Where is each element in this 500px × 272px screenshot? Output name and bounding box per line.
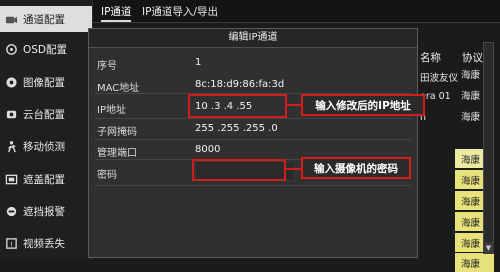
sidebar-item-ptz-config[interactable]: 云台配置 bbox=[0, 101, 92, 127]
management-port-field[interactable]: 8000 bbox=[195, 144, 220, 155]
osd-icon bbox=[4, 42, 18, 56]
sidebar-item-image-config[interactable]: 图像配置 bbox=[0, 69, 92, 95]
tab-ip-channel[interactable]: IP通道 bbox=[101, 4, 131, 19]
edit-ip-channel-dialog: 编辑IP通道 序号 1 MAC地址 8c:18:d9:86:fa:3d IP地址… bbox=[88, 28, 418, 258]
list-item-name: 田波友仪 bbox=[420, 73, 459, 84]
ip-highlight-box bbox=[188, 94, 287, 118]
sidebar-item-label: 移动侦测 bbox=[23, 140, 65, 153]
sidebar-item-label: 图像配置 bbox=[23, 76, 65, 89]
sidebar-item-osd-config[interactable]: OSD配置 bbox=[0, 36, 92, 62]
sidebar-item-tamper-alarm[interactable]: 遮挡报警 bbox=[0, 198, 92, 224]
ip-address-label: IP地址 bbox=[97, 105, 126, 116]
sidebar-item-channel-config[interactable]: 通道配置 bbox=[0, 6, 92, 32]
divider bbox=[95, 139, 411, 140]
sidebar-item-label: 视频丢失 bbox=[23, 237, 65, 250]
image-icon bbox=[4, 75, 18, 89]
active-tab-indicator bbox=[101, 20, 131, 22]
sidebar-item-label: OSD配置 bbox=[23, 43, 68, 56]
tamper-icon bbox=[4, 204, 18, 218]
password-highlight-box bbox=[192, 159, 286, 181]
ptz-icon bbox=[4, 107, 18, 121]
ip-callout: 输入修改后的IP地址 bbox=[301, 94, 425, 116]
divider bbox=[95, 118, 411, 119]
scroll-down-arrow-icon[interactable]: ▼ bbox=[483, 242, 494, 254]
sidebar-item-label: 通道配置 bbox=[23, 13, 65, 26]
svg-text:!: ! bbox=[10, 239, 13, 248]
mac-address-label: MAC地址 bbox=[97, 83, 140, 94]
sidebar-item-label: 云台配置 bbox=[23, 108, 65, 121]
password-callout-arrow bbox=[286, 168, 301, 170]
list-scrollbar[interactable] bbox=[483, 42, 494, 252]
subnet-mask-label: 子网掩码 bbox=[97, 127, 137, 138]
sidebar-item-label: 遮盖配置 bbox=[23, 173, 65, 186]
password-callout: 输入摄像机的密码 bbox=[301, 157, 411, 179]
tab-ip-channel-import-export[interactable]: IP通道导入/导出 bbox=[142, 4, 218, 19]
sidebar: 通道配置 OSD配置 图像配置 云台配置 移动侦测 遮盖配置 遮挡报警 ! 视频… bbox=[0, 0, 93, 260]
ip-callout-arrow bbox=[287, 104, 301, 106]
mask-icon bbox=[4, 172, 18, 186]
sidebar-item-video-loss[interactable]: ! 视频丢失 bbox=[0, 230, 92, 256]
sidebar-item-mask-config[interactable]: 遮盖配置 bbox=[0, 166, 92, 192]
serial-number-label: 序号 bbox=[97, 61, 117, 72]
subnet-mask-field[interactable]: 255 .255 .255 .0 bbox=[195, 123, 278, 134]
divider bbox=[95, 185, 411, 186]
serial-number-value: 1 bbox=[195, 57, 202, 68]
table-cell-protocol: 海康 bbox=[455, 253, 494, 272]
dialog-title: 编辑IP通道 bbox=[89, 29, 417, 48]
column-header-protocol: 协议 bbox=[462, 52, 483, 64]
motion-icon bbox=[4, 139, 18, 153]
camera-icon bbox=[4, 12, 18, 26]
management-port-label: 管理端口 bbox=[97, 148, 137, 159]
video-loss-icon: ! bbox=[4, 236, 18, 250]
password-label: 密码 bbox=[97, 170, 117, 181]
sidebar-item-label: 遮挡报警 bbox=[23, 205, 65, 218]
column-header-name: 名称 bbox=[420, 52, 441, 64]
sidebar-item-motion-detection[interactable]: 移动侦测 bbox=[0, 133, 92, 159]
mac-address-value: 8c:18:d9:86:fa:3d bbox=[195, 79, 285, 90]
